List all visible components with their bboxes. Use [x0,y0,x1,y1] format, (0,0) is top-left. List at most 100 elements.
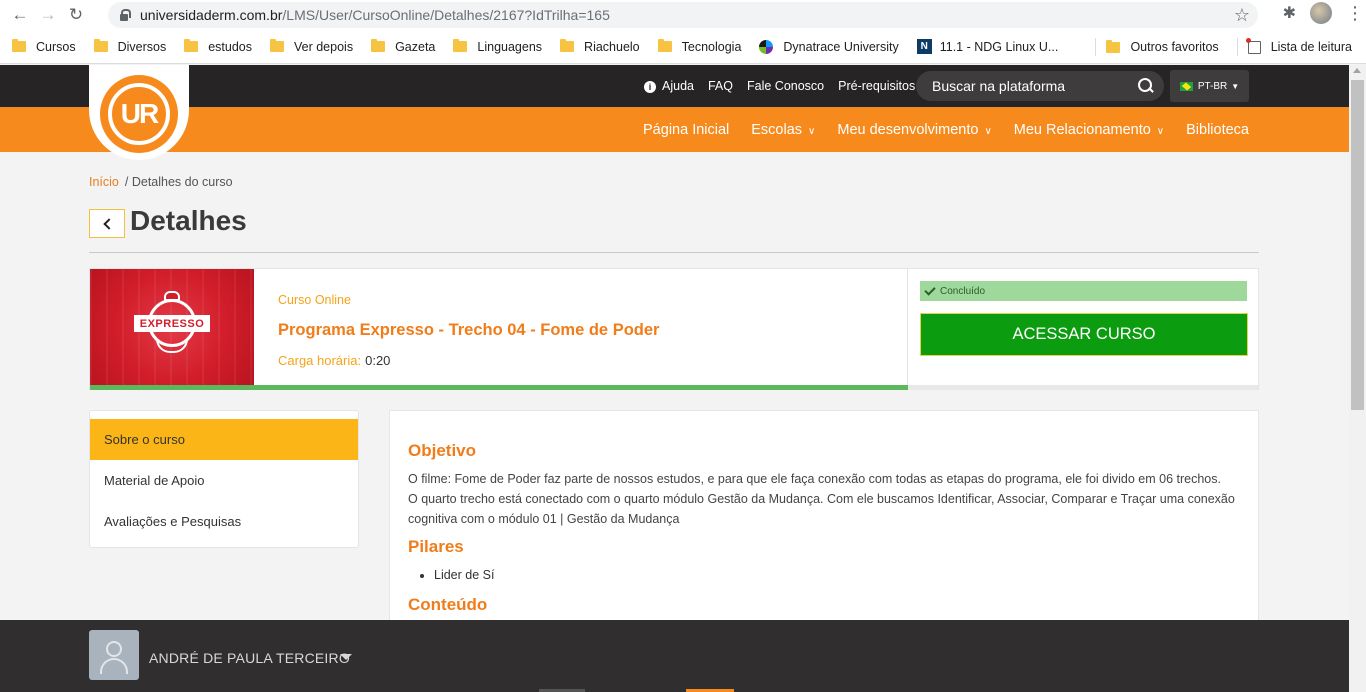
bookmark-reading-list[interactable]: Lista de leitura [1245,37,1352,54]
reload-icon[interactable]: ↻ [62,1,90,29]
extensions-icon[interactable]: ✱ [1283,3,1296,23]
folder-icon [184,39,199,52]
pillars-list: Lider de Sí [408,565,1240,585]
objective-text: O filme: Fome de Poder faz parte de noss… [408,469,1240,529]
help-link[interactable]: i Ajuda [644,79,694,93]
bookmarks-bar: Cursos Diversos estudos Ver depois Gazeta Lin… [0,30,1366,64]
user-bar: ANDRÉ DE PAULA TERCEIRO [0,620,1349,692]
bookmark-label: Gazeta [395,39,436,54]
course-hours-label: Carga horária: [278,353,362,368]
nav-library[interactable]: Biblioteca [1186,122,1249,138]
page-scrollbar[interactable] [1349,65,1366,692]
bookmark-label: Linguagens [477,39,543,54]
contact-link[interactable]: Fale Conosco [747,79,824,93]
bookmark-item[interactable]: Dynatrace University [759,39,899,54]
course-content-panel: Objetivo O filme: Fome de Poder faz part… [389,410,1259,650]
folder-icon [270,39,284,52]
bookmark-item[interactable]: Tecnologia [657,39,741,54]
course-side-menu: Sobre o curso Material de Apoio Avaliaçõ… [89,410,359,548]
profile-avatar-icon[interactable] [1310,2,1332,24]
nav-relationship[interactable]: Meu Relacionamento ∨ [1014,122,1164,138]
bookmark-other-favorites[interactable]: Outros favoritos [1106,39,1219,54]
user-name[interactable]: ANDRÉ DE PAULA TERCEIRO [149,650,350,666]
bookmark-label: 11.1 - NDG Linux U... [939,39,1059,54]
chevron-down-icon: ∨ [808,125,816,137]
bookmark-label: Cursos [36,39,76,54]
help-label: Ajuda [662,79,694,93]
breadcrumb-home[interactable]: Início [89,175,119,189]
scrollbar-thumb[interactable] [1351,80,1364,410]
bookmark-item[interactable]: Linguagens [453,39,543,54]
status-badge: Concluído [920,281,1247,301]
bookmark-item[interactable]: Cursos [12,39,76,54]
forward-arrow-icon[interactable]: → [34,1,62,29]
prerequisites-link[interactable]: Pré-requisitos [838,79,915,93]
objective-line-1: O filme: Fome de Poder faz parte de noss… [408,472,1221,486]
folder-icon [657,39,672,52]
content-heading: Conteúdo [408,595,488,614]
back-button[interactable] [89,209,125,238]
breadcrumb-current: / Detalhes do curso [124,175,233,189]
brazil-flag-icon [1179,81,1193,91]
bookmark-star-icon[interactable]: ☆ [1234,5,1250,26]
browser-toolbar: ← → ↻ universidaderm.com.br/LMS/User/Cur… [0,0,1366,30]
bookmark-item[interactable]: Riachuelo [560,39,640,54]
nav-schools[interactable]: Escolas ∨ [751,122,815,138]
search-placeholder: Buscar na plataforma [932,78,1066,94]
language-label: PT-BR [1197,80,1228,92]
folder-icon [371,39,386,52]
language-selector[interactable]: PT-BR ▼ [1170,70,1249,102]
logo-text: UR [108,82,170,145]
utility-links: i Ajuda FAQ Fale Conosco Pré-requisitos [644,65,915,107]
address-bar[interactable]: universidaderm.com.br/LMS/User/CursoOnli… [108,2,1258,28]
side-item-support-material[interactable]: Material de Apoio [90,460,358,501]
course-thumbnail[interactable]: EXPRESSO [90,269,254,385]
access-course-button[interactable]: ACESSAR CURSO [920,313,1248,356]
bookmark-label: Diversos [117,39,167,54]
thumbnail-label: EXPRESSO [134,315,210,332]
nav-development[interactable]: Meu desenvolvimento ∨ [837,122,991,138]
search-icon[interactable] [1138,78,1154,94]
faq-link[interactable]: FAQ [708,79,733,93]
list-item: Lider de Sí [434,565,1240,585]
side-item-evaluations[interactable]: Avaliações e Pesquisas [90,501,358,542]
check-icon [924,283,936,296]
user-silhouette-icon [106,641,122,657]
kebab-menu-icon[interactable]: ⋮ [1346,3,1364,24]
course-hours: Carga horária: 0:20 [278,353,390,368]
course-card: EXPRESSO Curso Online Programa Expresso … [89,268,1259,390]
bookmark-item[interactable]: Gazeta [371,39,436,54]
course-progress-fill [90,385,908,390]
bookmark-label: Outros favoritos [1130,40,1219,54]
page-title: Detalhes [130,205,247,236]
course-progress-bar [90,385,1258,390]
folder-icon [560,39,575,52]
chevron-down-icon: ∨ [1156,125,1165,137]
avatar[interactable] [89,630,139,680]
bookmark-item[interactable]: estudos [184,39,252,54]
folder-icon [1106,39,1121,53]
course-hours-value: 0:20 [365,353,391,368]
bookmark-item[interactable]: Ver depois [270,39,353,54]
scroll-up-icon[interactable] [1353,68,1361,73]
nav-home[interactable]: Página Inicial [643,122,729,138]
folder-icon [93,39,108,52]
chevron-down-icon: ∨ [984,125,992,137]
back-arrow-icon[interactable]: ← [6,1,34,29]
nav-schools-label: Escolas [751,121,803,138]
course-type: Curso Online [278,293,351,307]
bookmark-item[interactable]: Diversos [93,39,167,54]
search-input[interactable]: Buscar na plataforma [916,71,1164,101]
caret-down-icon[interactable] [340,654,352,660]
reading-list-icon [1245,37,1261,54]
bookmark-item[interactable]: N 11.1 - NDG Linux U... [916,39,1059,54]
side-item-about[interactable]: Sobre o curso [90,419,358,460]
breadcrumb: Início / Detalhes do curso [89,175,233,189]
chevron-left-icon [102,217,115,230]
bookmark-label: Lista de leitura [1270,40,1352,54]
course-title: Programa Expresso - Trecho 04 - Fome de … [278,321,660,339]
lock-icon [118,9,131,21]
course-action-panel: Concluído ACESSAR CURSO [907,269,1258,385]
url-path: /LMS/User/CursoOnline/Detalhes/2167?IdTr… [282,7,610,23]
nav-relationship-label: Meu Relacionamento [1013,121,1151,138]
